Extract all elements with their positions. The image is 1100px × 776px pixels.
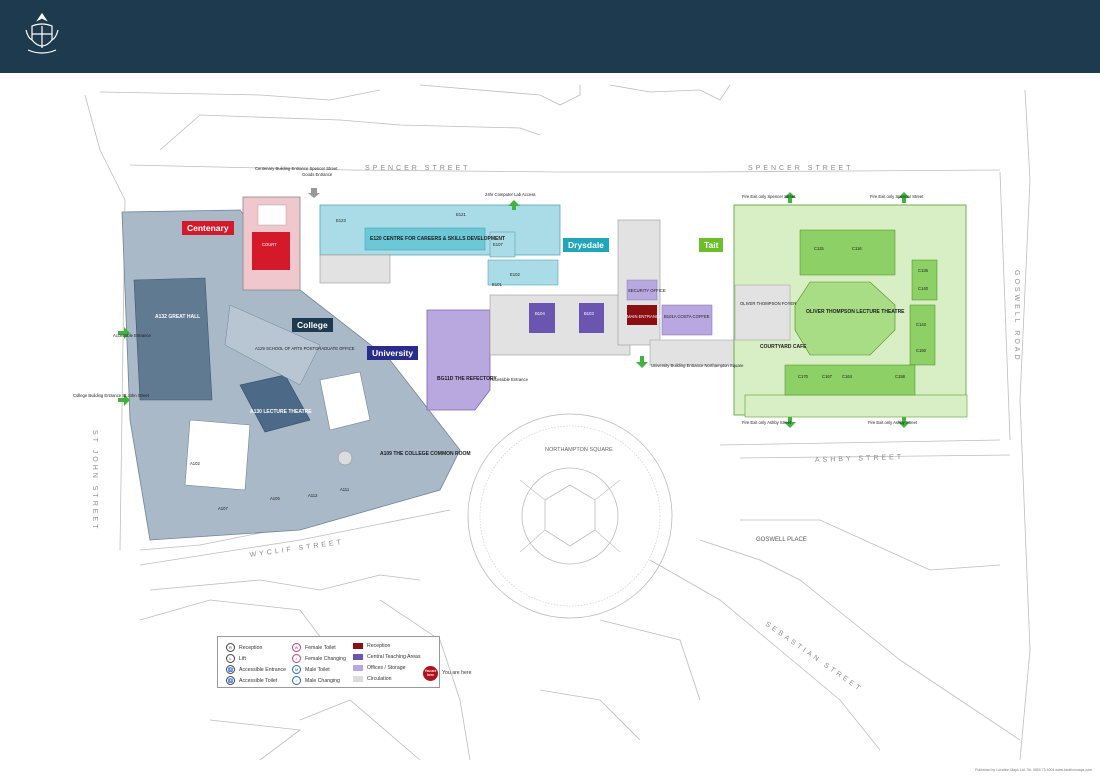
room-label: B104: [535, 311, 545, 316]
street-label: SPENCER STREET: [748, 165, 853, 172]
room-label: SECURITY OFFICE: [628, 288, 666, 293]
male-changing-icon: ♂: [292, 676, 301, 685]
drysdale-tag: Drysdale: [563, 238, 609, 252]
room-label: C170: [798, 374, 809, 379]
room-label: A109 THE COLLEGE COMMON ROOM: [380, 451, 471, 457]
street-label: WYCLIF STREET: [249, 539, 344, 559]
fire-exit-label: Fire Exit only Ashby Street: [868, 420, 918, 425]
accessible-entrance-icon: ♿: [226, 665, 235, 674]
accessible-entrance-label: Accessible Entrance: [113, 333, 152, 338]
street-label: ST JOHN STREET: [91, 430, 98, 531]
room-label: A132 GREAT HALL: [155, 314, 200, 320]
legend-item: ♿ Accessible Entrance: [226, 665, 286, 674]
computer-lab-label: 24hr Computer Lab Access: [485, 192, 536, 197]
offices-swatch: [353, 665, 363, 671]
college-entrance-label: College Building Entrance St John Street: [73, 393, 150, 398]
room-label: C167: [822, 374, 833, 379]
room-label: BG11D THE REFECTORY: [437, 376, 497, 382]
room-label: OLIVER THOMPSON LECTURE THEATRE: [806, 309, 905, 315]
room-label: C158: [895, 374, 906, 379]
university-tag: University: [367, 346, 419, 360]
college-tag: College: [292, 318, 333, 332]
room-label: A111: [340, 487, 350, 492]
centenary-entrance-label: Centenary Building Entrance Spencer Stre…: [255, 166, 338, 171]
room-label: COURT: [262, 242, 277, 247]
legend-item: ♀ Female Changing: [292, 654, 346, 663]
room-label: C140: [918, 286, 929, 291]
male-toilet-icon: M: [292, 665, 301, 674]
room-label: A112: [308, 493, 318, 498]
room-label: B103: [584, 311, 594, 316]
room-label: E107: [493, 242, 503, 247]
room-label: C115: [814, 246, 824, 251]
room-label: MAIN ENTRANCE: [627, 314, 662, 319]
legend-item: Central Teaching Areas: [353, 654, 421, 660]
circulation-swatch: [353, 676, 363, 682]
university-crest-icon: [25, 12, 59, 54]
street-label: SPENCER STREET: [365, 165, 470, 172]
map-legend: R Reception L Lift ♿ Accessible Entrance ♿ A…: [217, 636, 472, 688]
street-label: SEBASTIAN STREET: [764, 621, 864, 694]
female-changing-icon: ♀: [292, 654, 301, 663]
legend-item: Offices / Storage: [353, 665, 406, 671]
room-label: A107: [218, 506, 228, 511]
legend-item: Circulation: [353, 676, 392, 682]
room-label: A102: [190, 461, 200, 466]
room-label: A129 SCHOOL OF ARTS POSTGRADUATE OFFICE: [255, 346, 355, 351]
room-label: C150: [916, 348, 927, 353]
room-label: E101: [492, 282, 502, 287]
university-entrance-label: University Building Entrance Northampton…: [651, 363, 744, 368]
header-bar: [0, 0, 1100, 73]
teaching-swatch: [353, 654, 363, 660]
legend-item: W Female Toilet: [292, 643, 336, 652]
fire-exit-label: Fire Exit only Spencer Street: [742, 194, 796, 199]
legend-item: L Lift: [226, 654, 246, 663]
accessible-toilet-icon: ♿: [226, 676, 235, 685]
room-label: C116: [852, 246, 862, 251]
room-label: E121: [456, 212, 466, 217]
street-label: GOSWELL PLACE: [756, 537, 807, 543]
drysdale-building: [319, 204, 561, 286]
room-label: C143: [916, 322, 927, 327]
legend-item: Reception: [353, 643, 390, 649]
female-toilet-icon: W: [292, 643, 301, 652]
reception-icon: R: [226, 643, 235, 652]
you-are-here-label: You are here: [442, 670, 472, 676]
room-label: E123: [336, 218, 346, 223]
room-label: C164: [842, 374, 853, 379]
northampton-square: [467, 413, 673, 619]
room-label: C135: [918, 268, 929, 273]
legend-item: ♂ Male Changing: [292, 676, 340, 685]
fire-exit-label: Fire Exit only Ashby Street: [742, 420, 792, 425]
square-label: NORTHAMPTON SQUARE: [545, 447, 613, 453]
lift-icon: L: [226, 654, 235, 663]
legend-item: M Male Toilet: [292, 665, 330, 674]
goods-entrance-arrow: [308, 188, 320, 198]
street-label: ASHBY STREET: [815, 454, 904, 464]
room-label: OLIVER THOMPSON FOYER: [740, 301, 796, 306]
room-label: B101A COSTA COFFEE: [664, 314, 710, 319]
centenary-tag: Centenary: [182, 221, 234, 235]
tait-tag: Tait: [699, 238, 724, 252]
room-label: A105: [270, 496, 280, 501]
room-label: A130 LECTURE THEATRE: [250, 409, 312, 415]
legend-item: ♿ Accessible Toilet: [226, 676, 278, 685]
campus-map: SPENCER STREET SPENCER STREET GOSWELL RO…: [73, 84, 1031, 761]
credit-text: Published by Location Maps Ltd. Tel. 080…: [975, 768, 1092, 772]
legend-item: R Reception: [226, 643, 262, 652]
reception-swatch: [353, 643, 363, 649]
goods-entrance-label: Goods Entrance: [302, 172, 333, 177]
room-label: COURTYARD CAFE: [760, 344, 807, 350]
you-are-here-marker: You are here: [423, 666, 438, 681]
room-label: E102: [510, 272, 520, 277]
fire-exit-label: Fire Exit only Spencer Street: [870, 194, 924, 199]
street-label: GOSWELL ROAD: [1013, 270, 1020, 363]
room-label: E120 CENTRE FOR CAREERS & SKILLS DEVELOP…: [370, 236, 505, 242]
